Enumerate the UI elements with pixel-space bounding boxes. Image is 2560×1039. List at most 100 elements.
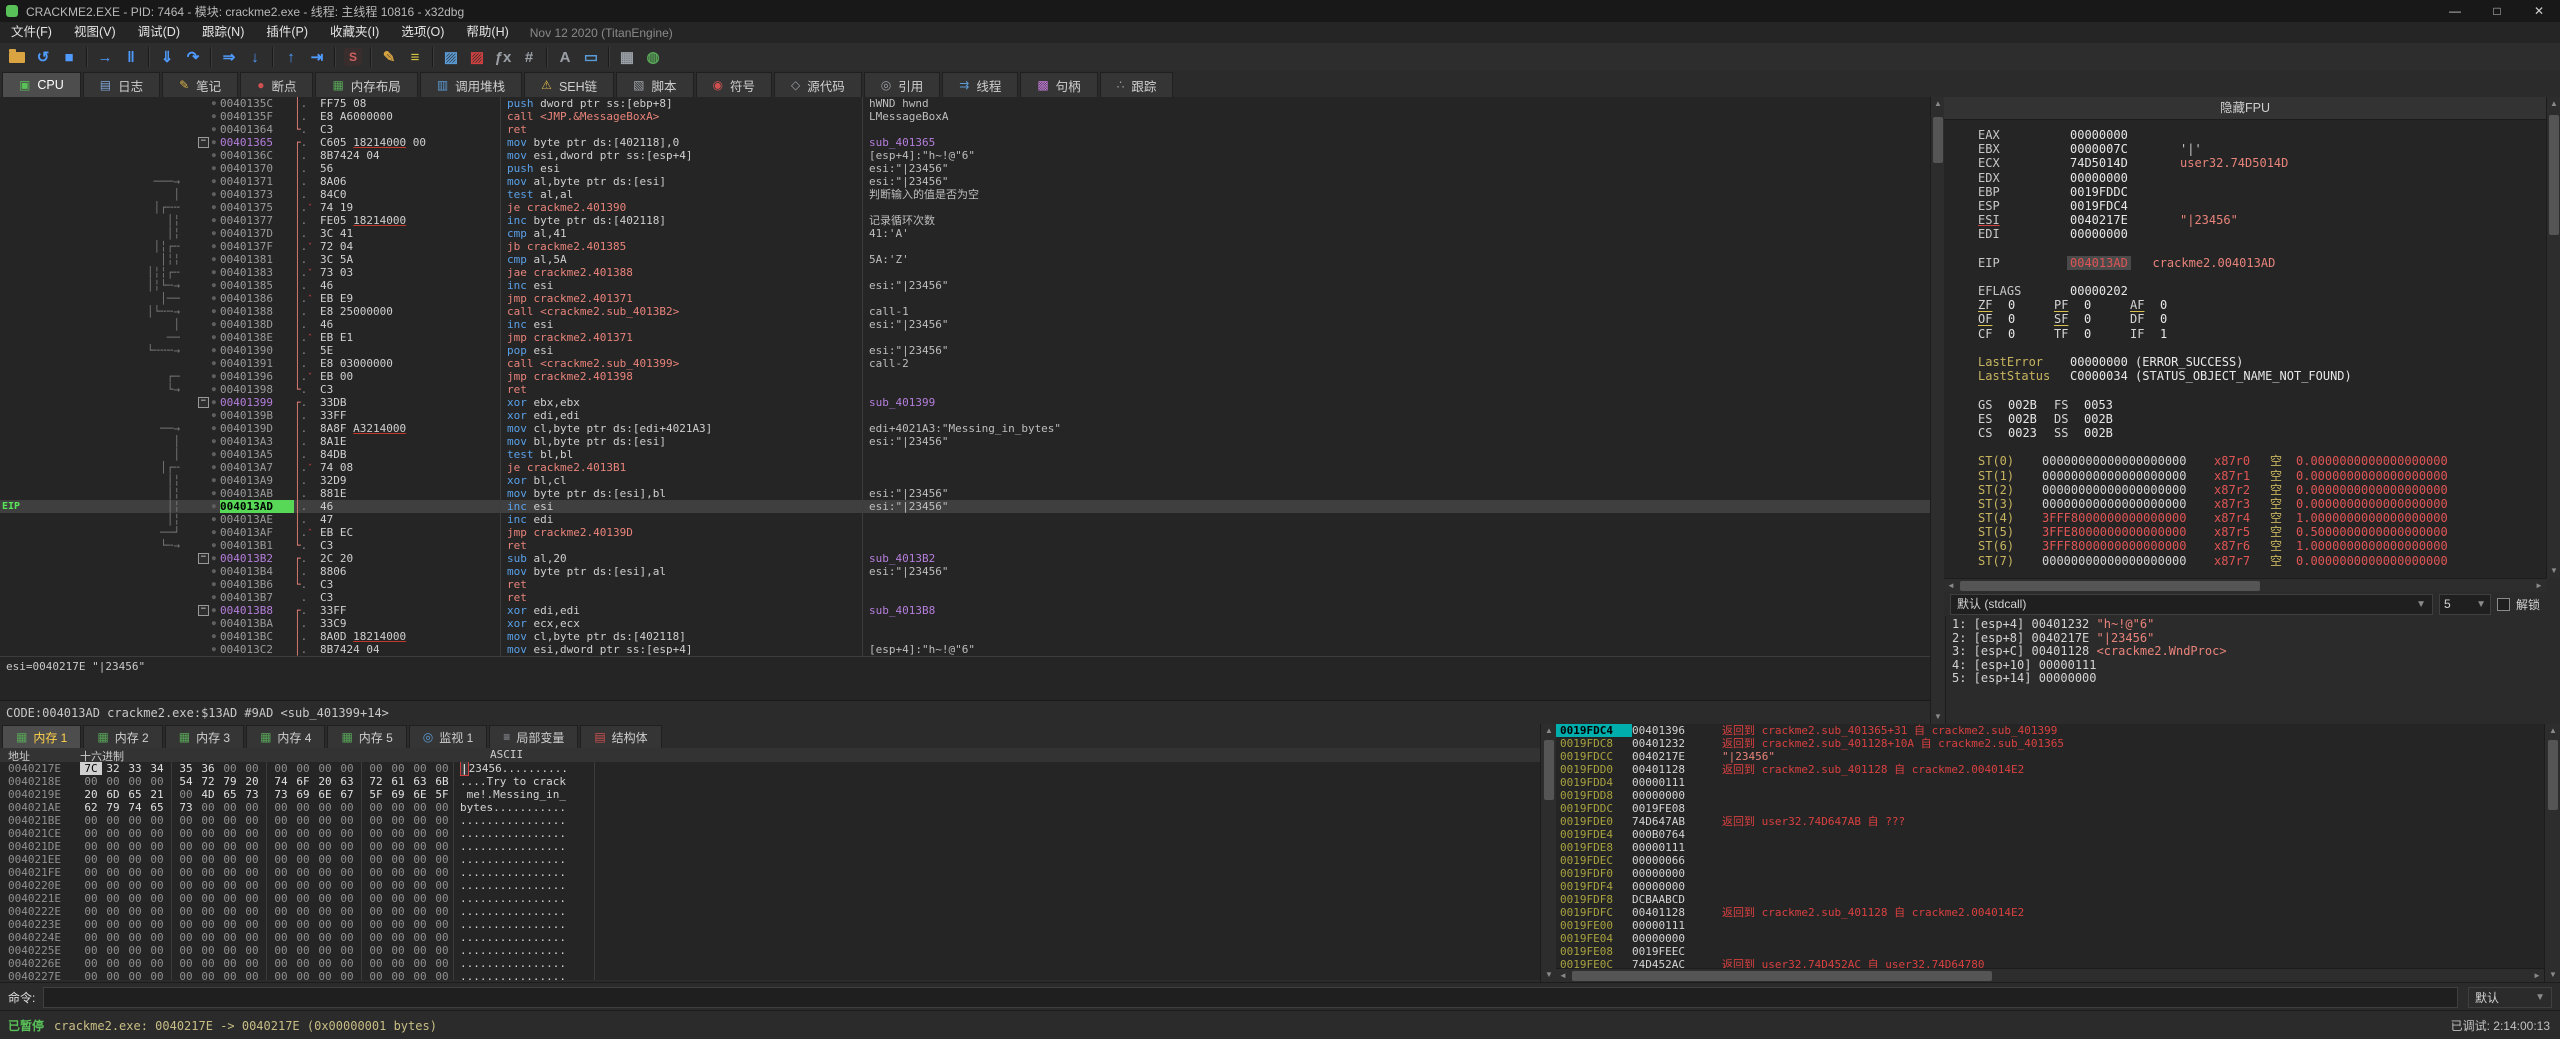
breakpoint-gutter[interactable]: ●: [180, 162, 220, 175]
pause-icon[interactable]: ‖: [118, 45, 144, 69]
dump-tab-内存 3[interactable]: ▦ 内存 3: [164, 725, 245, 748]
stack-row[interactable]: 0019FDCC 0040217E "|23456": [1556, 750, 2544, 763]
stack-row[interactable]: 0019FE08 0019FEEC: [1556, 945, 2544, 958]
disasm-row[interactable]: − ● 004013B2 ┌. 2C 20 sub al,20 sub_4013B2: [0, 552, 1930, 565]
breakpoint-gutter[interactable]: ●: [180, 201, 220, 214]
register-line[interactable]: EDX 00000000: [1978, 171, 2546, 185]
disasm-row[interactable]: − ● 00401365 ┌. C605 18214000 00 mov byte ptr…: [0, 136, 1930, 149]
step-into-icon[interactable]: ⇓: [154, 45, 180, 69]
menu-item[interactable]: 插件(P): [255, 22, 319, 43]
menu-item[interactable]: 跟踪(N): [191, 22, 255, 43]
breakpoint-gutter[interactable]: ●: [180, 305, 220, 318]
disasm-row[interactable]: └╌→ ● 004013B1 └. C3 ret: [0, 539, 1930, 552]
dump-row[interactable]: 0040221E 00 00 00 00 00 00 00 00 00 00 00 00 00 00 00 00…: [0, 892, 1540, 905]
disasm-row[interactable]: ● 0040139B │. 33FF xor edi,edi: [0, 409, 1930, 422]
close-button[interactable]: ✕: [2518, 0, 2560, 22]
menu-item[interactable]: 收藏夹(I): [319, 22, 390, 43]
breakpoint-gutter[interactable]: − ●: [180, 552, 220, 565]
register-line[interactable]: GS 002B FS 0053: [1978, 398, 2546, 412]
breakpoint-gutter[interactable]: ●: [180, 383, 220, 396]
breakpoint-gutter[interactable]: ●: [180, 175, 220, 188]
breakpoint-gutter[interactable]: ●: [180, 279, 220, 292]
stack-row[interactable]: 0019FDC8 00401232 返回到 crackme2.sub_401128+…: [1556, 737, 2544, 750]
dump-tab-监视 1[interactable]: ◎ 监视 1: [408, 725, 488, 748]
register-line[interactable]: ST(7) 00000000000000000000 x87r7 空 0.0000000…: [1978, 554, 2546, 568]
collapse-box-icon[interactable]: −: [197, 553, 209, 564]
calculator-icon[interactable]: ▦: [614, 45, 640, 69]
register-line[interactable]: ST(6) 3FFF8000000000000000 x87r6 空 1.0000000…: [1978, 539, 2546, 553]
stack-row[interactable]: 0019FDE4 000B0764: [1556, 828, 2544, 841]
disasm-row[interactable]: ● 004013B4 │. 8806 mov byte ptr ds:[esi],al e…: [0, 565, 1930, 578]
dump-tab-结构体[interactable]: ▤ 结构体: [580, 725, 662, 748]
stack-row[interactable]: 0019FE04 00000000: [1556, 932, 2544, 945]
disasm-row[interactable]: ● 004013C2 │. 8B7424 04 mov esi,dword ptr ss…: [0, 643, 1930, 656]
register-line[interactable]: ZF 0 PF 0 AF 0: [1978, 298, 2546, 312]
tab-SEH链[interactable]: ⚠ SEH链: [524, 72, 615, 97]
disasm-row[interactable]: └→ ● 00401398 └. C3 ret: [0, 383, 1930, 396]
breakpoint-gutter[interactable]: ●: [180, 500, 220, 513]
restart-icon[interactable]: ↺: [30, 45, 56, 69]
run-to-user-code-icon[interactable]: ↓: [242, 45, 268, 69]
breakpoint-gutter[interactable]: ●: [180, 240, 220, 253]
disasm-row[interactable]: ● 004013BC │. 8A0D 18214000 mov cl,byte ptr …: [0, 630, 1930, 643]
dump-tab-内存 4[interactable]: ▦ 内存 4: [246, 725, 326, 748]
disasm-row[interactable]: │╎└╌→ ● 00401385 │. 46 inc esi esi:"|23456": [0, 279, 1930, 292]
disasm-row[interactable]: ──┘ ● 004013AF │.ˆ EB EC jmp crackme2.40139D: [0, 526, 1930, 539]
stack-row[interactable]: 0019FDF4 00000000: [1556, 880, 2544, 893]
disasm-row[interactable]: │╎╎┌╌ ● 00401383 │.ˇ 73 03 jae crackme2.40138…: [0, 266, 1930, 279]
register-line[interactable]: LastError 00000000 (ERROR_SUCCESS): [1978, 355, 2546, 369]
disasm-row[interactable]: ● 004013B6 └. C3 ret: [0, 578, 1930, 591]
disasm-row[interactable]: │ ● 00401373 │. 84C0 test al,al 判断输入的值是否为空: [0, 188, 1930, 201]
disasm-row[interactable]: │ ● 004013A5 │. 84DB test bl,bl: [0, 448, 1930, 461]
breakpoint-gutter[interactable]: ●: [180, 539, 220, 552]
register-line[interactable]: EIP 004013AD crackme2.004013AD: [1978, 255, 2546, 270]
breakpoint-gutter[interactable]: ●: [180, 591, 220, 604]
execute-till-return-icon[interactable]: ⇒: [216, 45, 242, 69]
breakpoint-gutter[interactable]: ●: [180, 188, 220, 201]
stack-row[interactable]: 0019FDD8 00000000: [1556, 789, 2544, 802]
register-line[interactable]: ST(5) 3FFE8000000000000000 x87r5 空 0.5000000…: [1978, 525, 2546, 539]
stack-hscrollbar[interactable]: ◄ ►: [1556, 968, 2544, 983]
calling-convention-select[interactable]: 默认 (stdcall) ▼: [1950, 593, 2433, 615]
register-line[interactable]: EAX 00000000: [1978, 128, 2546, 142]
hash-icon[interactable]: #: [516, 45, 542, 69]
register-line[interactable]: ESP 0019FDC4: [1978, 199, 2546, 213]
breakpoint-gutter[interactable]: ●: [180, 370, 220, 383]
tab-引用[interactable]: ◎ 引用: [863, 72, 941, 97]
hide-fpu-button[interactable]: 隐藏FPU: [1944, 97, 2546, 120]
disasm-row[interactable]: │┌╌ ● 004013A7 │.ˇ 74 08 je crackme2.4013B1: [0, 461, 1930, 474]
breakpoint-gutter[interactable]: − ●: [180, 396, 220, 409]
argument-row[interactable]: 2: [esp+8] 0040217E "|23456": [1952, 631, 2554, 646]
run-icon[interactable]: →: [92, 45, 118, 69]
disasm-row[interactable]: │ ● 004013A3 │. 8A1E mov bl,byte ptr ds:[esi]…: [0, 435, 1930, 448]
breakpoint-gutter[interactable]: − ●: [180, 604, 220, 617]
disasm-row[interactable]: │╎ ● 004013A9 │. 32D9 xor bl,cl: [0, 474, 1930, 487]
open-file-icon[interactable]: [4, 45, 30, 69]
menu-item[interactable]: 选项(O): [390, 22, 455, 43]
argument-row[interactable]: 3: [esp+C] 00401128 <crackme2.WndProc>: [1952, 644, 2554, 659]
breakpoint-gutter[interactable]: ●: [180, 617, 220, 630]
register-line[interactable]: EBP 0019FDDC: [1978, 185, 2546, 199]
tab-调用堆栈[interactable]: ▥ 调用堆栈: [419, 72, 523, 97]
breakpoint-gutter[interactable]: ●: [180, 630, 220, 643]
register-line[interactable]: ST(1) 00000000000000000000 x87r1 空 0.0000000…: [1978, 469, 2546, 483]
tab-符号[interactable]: ◉ 符号: [695, 72, 772, 97]
dump-row[interactable]: 004021AE 62 79 74 65 73 00 00 00 00 00 00 00 00 00 00 00…: [0, 801, 1540, 814]
breakpoint-gutter[interactable]: ●: [180, 227, 220, 240]
register-line[interactable]: ECX 74D5014D user32.74D5014D: [1978, 156, 2546, 170]
disasm-row[interactable]: │└╌╌→ ● 00401388 │. E8 25000000 call <crackme…: [0, 305, 1930, 318]
dump-row[interactable]: 004021CE 00 00 00 00 00 00 00 00 00 00 00 00 00 00 00 00…: [0, 827, 1540, 840]
breakpoint-gutter[interactable]: − ●: [180, 136, 220, 149]
tab-脚本[interactable]: ▧ 脚本: [616, 72, 694, 97]
register-line[interactable]: EDI 00000000: [1978, 227, 2546, 241]
registers-hscrollbar[interactable]: ◄ ►: [1944, 578, 2546, 593]
dump-row[interactable]: 0040227E 00 00 00 00 00 00 00 00 00 00 00 00 00 00 00 00…: [0, 970, 1540, 980]
s-toggle-icon[interactable]: S: [340, 45, 366, 69]
dump-row[interactable]: 004021BE 00 00 00 00 00 00 00 00 00 00 00 00 00 00 00 00…: [0, 814, 1540, 827]
breakpoint-gutter[interactable]: ●: [180, 461, 220, 474]
register-line[interactable]: CF 0 TF 0 IF 1: [1978, 327, 2546, 341]
register-line[interactable]: ST(3) 00000000000000000000 x87r3 空 0.0000000…: [1978, 497, 2546, 511]
tab-CPU[interactable]: ▣ CPU: [2, 72, 81, 97]
collapse-box-icon[interactable]: −: [197, 137, 209, 148]
shortcuts-icon[interactable]: ▭: [578, 45, 604, 69]
